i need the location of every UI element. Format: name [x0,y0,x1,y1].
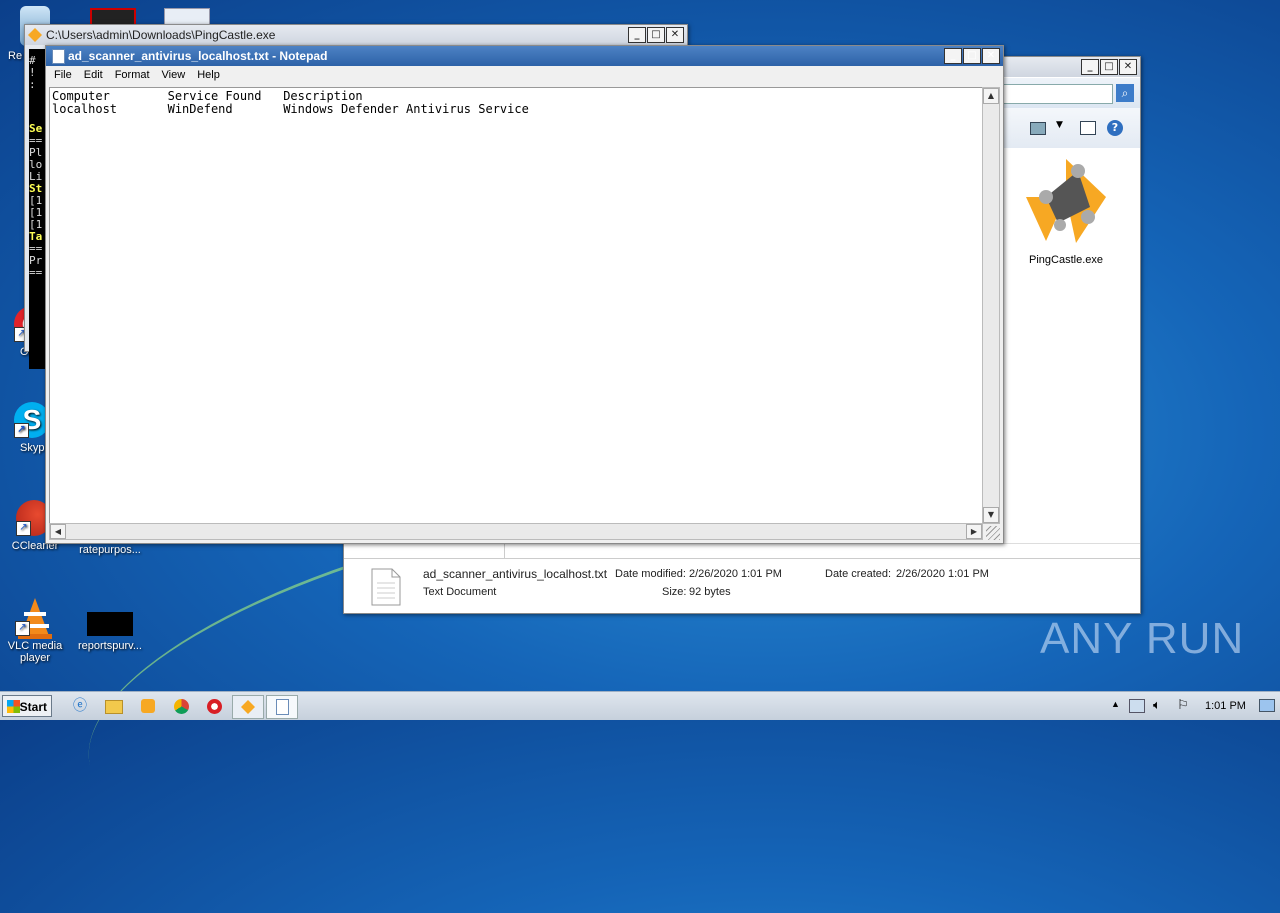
close-button[interactable]: ✕ [1119,59,1137,75]
shortcut-arrow-icon: ↗ [14,423,29,438]
details-size-label: Size: [662,586,687,598]
notepad-app-icon [52,49,65,64]
vertical-scrollbar[interactable]: ▲ ▼ [982,87,1000,524]
horizontal-scrollbar[interactable]: ◀ ▶ [49,523,983,540]
menu-bar: File Edit Format View Help [46,66,1003,84]
desktop-icon-vlc[interactable]: ↗ VLC media player [0,596,70,664]
maximize-button[interactable]: □ [647,27,665,43]
help-icon[interactable]: ? [1107,120,1123,136]
menu-help[interactable]: Help [191,66,226,84]
console-title: C:\Users\admin\Downloads\PingCastle.exe [46,28,276,42]
pingcastle-logo-icon [1026,159,1106,243]
start-button[interactable]: Start [2,695,52,717]
pingcastle-app-icon [28,28,42,42]
details-filename: ad_scanner_antivirus_localhost.txt [423,567,608,581]
vlc-cone-icon: ↗ [15,596,55,639]
shortcut-arrow-icon: ↗ [15,621,30,636]
details-size-value: 92 bytes [689,586,731,598]
text-document-icon [371,568,401,606]
search-icon[interactable]: ⌕ [1116,84,1134,102]
close-button[interactable]: ✕ [666,27,684,43]
anyrun-watermark: ANY RUN [1040,614,1245,663]
black-thumbnail-icon [87,612,133,636]
menu-view[interactable]: View [156,66,192,84]
desktop-icon-label: ratepurpos... [79,544,141,556]
maximize-button[interactable]: □ [1100,59,1118,75]
notepad-titlebar[interactable]: ad_scanner_antivirus_localhost.txt - Not… [46,46,1003,66]
media-player-icon[interactable] [136,695,160,717]
maximize-button[interactable]: □ [963,48,981,64]
system-tray: ▲ 🔈︎ ⚐ 1:01 PM [1105,692,1280,720]
opera-taskbar-icon[interactable] [202,695,226,717]
details-modified-value: 2/26/2020 1:01 PM [689,568,782,580]
console-line: : [29,78,36,91]
windows-logo-icon [7,700,20,713]
volume-icon[interactable]: 🔈︎ [1153,697,1161,713]
minimize-button[interactable]: _ [944,48,962,64]
close-button[interactable]: ✕ [982,48,1000,64]
explorer-file-pingcastle[interactable]: PingCastle.exe [1016,151,1116,266]
view-options-icon[interactable] [1030,122,1046,135]
clock[interactable]: 1:01 PM [1205,700,1246,712]
taskbar: Start ⓔ ▲ 🔈︎ ⚐ 1:01 PM [0,691,1280,720]
file-label: PingCastle.exe [1029,254,1103,266]
folder-icon[interactable] [102,695,126,717]
pingcastle-taskbar-icon[interactable] [232,695,264,719]
start-label: Start [19,700,47,714]
desktop-icon-reportspurv[interactable]: reportspurv... [75,612,145,652]
chevron-down-icon[interactable]: ▼ [1056,120,1063,130]
ie-icon[interactable]: ⓔ [68,695,92,717]
details-pane: ad_scanner_antivirus_localhost.txt Text … [344,558,1140,613]
notepad-taskbar-icon[interactable] [266,695,298,719]
notepad-title: ad_scanner_antivirus_localhost.txt - Not… [68,49,328,63]
show-hidden-icons-icon[interactable]: ▲ [1111,699,1120,709]
preview-pane-icon[interactable] [1080,121,1096,135]
console-output: # ! : Se == Pl lo Li St [1 [1 [1 Ta == P… [29,49,45,369]
menu-format[interactable]: Format [109,66,156,84]
chrome-icon[interactable] [169,695,193,717]
search-input[interactable] [999,84,1113,104]
details-created-label: Date created: [825,568,892,580]
console-titlebar[interactable]: C:\Users\admin\Downloads\PingCastle.exe … [25,25,687,45]
action-center-flag-icon[interactable]: ⚐ [1177,697,1189,713]
text-editor[interactable]: Computer Service Found Description local… [49,87,983,524]
scroll-left-icon[interactable]: ◀ [50,524,66,539]
network-icon[interactable] [1129,699,1145,713]
scroll-right-icon[interactable]: ▶ [966,524,982,539]
scroll-down-icon[interactable]: ▼ [983,507,999,523]
shortcut-arrow-icon: ↗ [16,521,31,536]
menu-file[interactable]: File [46,66,78,84]
notepad-window[interactable]: ad_scanner_antivirus_localhost.txt - Not… [45,45,1004,544]
menu-edit[interactable]: Edit [78,66,109,84]
details-modified-label: Date modified: [615,568,686,580]
show-desktop-icon[interactable] [1259,699,1275,712]
desktop-icon-label: reportspurv... [78,640,142,652]
details-type: Text Document [423,586,497,598]
desktop-icon-label: VLC media player [7,640,63,664]
minimize-button[interactable]: _ [1081,59,1099,75]
scroll-up-icon[interactable]: ▲ [983,88,999,104]
minimize-button[interactable]: _ [628,27,646,43]
console-line: == [29,266,43,279]
details-created-value: 2/26/2020 1:01 PM [896,568,989,580]
explorer-pane-dividers [344,543,1140,558]
resize-grip-icon[interactable] [986,526,1000,540]
